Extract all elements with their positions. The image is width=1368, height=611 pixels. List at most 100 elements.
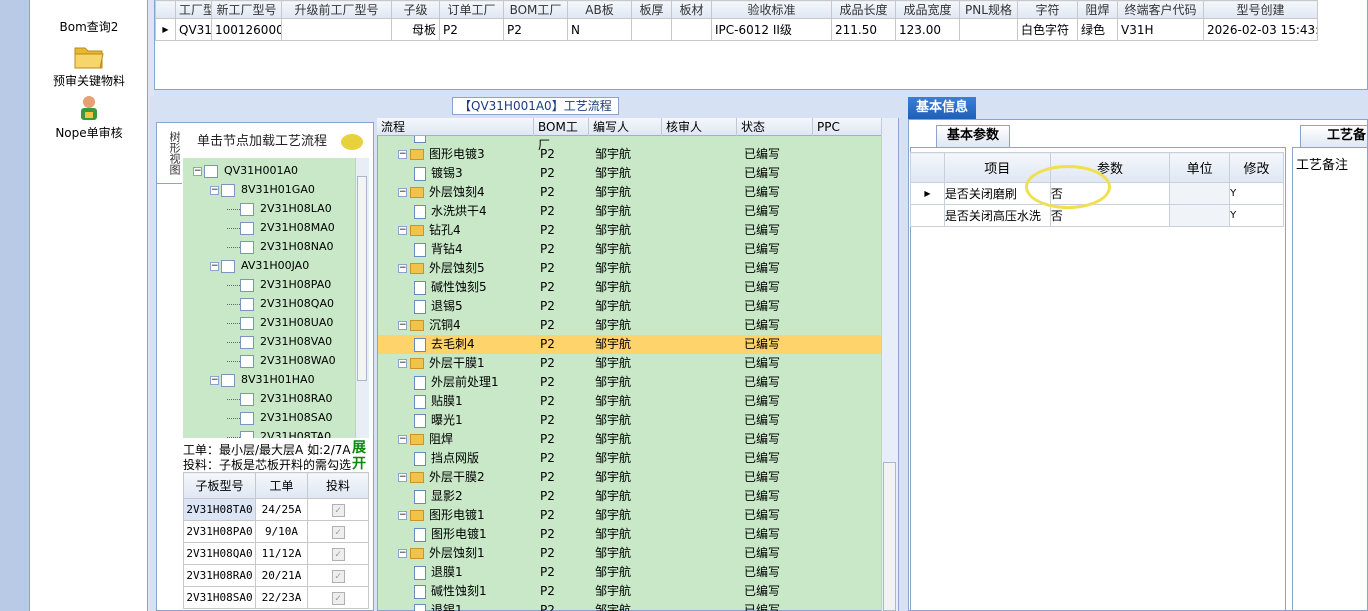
- check-icon[interactable]: ✓: [331, 569, 345, 583]
- col-header[interactable]: PPC: [813, 118, 881, 136]
- flow-row[interactable]: 挡点网版 P2 邹宇航 已编写: [378, 449, 881, 468]
- flow-row[interactable]: 曝光1 P2 邹宇航 已编写: [378, 411, 881, 430]
- flow-row[interactable]: − 外层蚀刻4 P2 邹宇航 已编写: [378, 183, 881, 202]
- flow-row[interactable]: 镀锡3 P2 邹宇航 已编写: [378, 164, 881, 183]
- check-icon[interactable]: ✓: [331, 525, 345, 539]
- grid-cell[interactable]: N: [567, 18, 632, 41]
- tree-node[interactable]: 2V31H08LA0: [227, 200, 332, 218]
- col-header[interactable]: 流程: [377, 118, 534, 136]
- table-row[interactable]: 2V31H08QA0 11/12A ✓: [183, 542, 369, 565]
- col-header[interactable]: 阻焊: [1077, 0, 1118, 19]
- flow-row[interactable]: 退锡5 P2 邹宇航 已编写: [378, 297, 881, 316]
- grid-cell[interactable]: 母板: [391, 18, 440, 41]
- col-header[interactable]: 成品宽度: [895, 0, 960, 19]
- order-grid-row[interactable]: ▶QV31H001A010012600001225母板P2P2NIPC-6012…: [155, 18, 1318, 41]
- table-row[interactable]: 2V31H08SA0 22/23A ✓: [183, 586, 369, 609]
- check-icon[interactable]: ✓: [331, 503, 345, 517]
- collapse-icon[interactable]: −: [210, 261, 219, 271]
- feed-cell[interactable]: ✓: [307, 564, 369, 587]
- col-header[interactable]: 订单工厂: [439, 0, 504, 19]
- grid-cell[interactable]: 绿色: [1077, 18, 1118, 41]
- grid-cell[interactable]: [671, 18, 712, 41]
- collapse-icon[interactable]: −: [398, 359, 407, 368]
- feed-cell[interactable]: ✓: [307, 520, 369, 543]
- nav-item-prereview-material[interactable]: 预审关键物料: [30, 42, 148, 89]
- col-header[interactable]: 升级前工厂型号: [281, 0, 392, 19]
- nav-item-nope-review[interactable]: Nope单审核: [30, 94, 148, 141]
- flow-row[interactable]: 退膜1 P2 邹宇航 已编写: [378, 563, 881, 582]
- tree-node[interactable]: 2V31H08QA0: [227, 295, 334, 313]
- collapse-icon[interactable]: −: [398, 549, 407, 558]
- flow-row[interactable]: 碱性蚀刻1 P2 邹宇航 已编写: [378, 582, 881, 601]
- grid-cell[interactable]: [281, 18, 392, 41]
- grid-cell[interactable]: P2: [503, 18, 568, 41]
- flow-row[interactable]: − 图形电镀1 P2 邹宇航 已编写: [378, 506, 881, 525]
- grid-cell[interactable]: [959, 18, 1018, 41]
- table-row[interactable]: 2V31H08TA0 24/25A ✓: [183, 498, 369, 521]
- col-header[interactable]: 板厚: [631, 0, 672, 19]
- flow-scroll-thumb[interactable]: [883, 462, 896, 611]
- collapse-icon[interactable]: −: [398, 435, 407, 444]
- grid-cell[interactable]: V31H: [1117, 18, 1204, 41]
- expand-button[interactable]: 展开: [352, 440, 370, 472]
- flow-row[interactable]: 碱性蚀刻5 P2 邹宇航 已编写: [378, 278, 881, 297]
- check-icon[interactable]: ✓: [331, 547, 345, 561]
- tree-node[interactable]: 2V31H08TA0: [227, 428, 331, 438]
- collapse-icon[interactable]: −: [398, 150, 407, 159]
- collapse-icon[interactable]: −: [398, 226, 407, 235]
- collapse-icon[interactable]: −: [210, 185, 219, 195]
- flow-row[interactable]: 退锡1 P2 邹宇航 已编写: [378, 601, 881, 611]
- table-row[interactable]: 2V31H08RA0 20/21A ✓: [183, 564, 369, 587]
- grid-cell[interactable]: 123.00: [895, 18, 960, 41]
- col-header[interactable]: AB板: [567, 0, 632, 19]
- collapse-icon[interactable]: −: [398, 473, 407, 482]
- col-header[interactable]: BOM工厂: [534, 118, 589, 152]
- col-header[interactable]: 型号创建: [1203, 0, 1318, 19]
- tree-scroll-thumb[interactable]: [357, 176, 367, 381]
- flow-row[interactable]: 水洗烘干4 P2 邹宇航 已编写: [378, 202, 881, 221]
- col-header[interactable]: 板材: [671, 0, 712, 19]
- col-header[interactable]: 字符: [1017, 0, 1078, 19]
- col-header[interactable]: PNL规格: [959, 0, 1018, 19]
- col-header[interactable]: 新工厂型号: [211, 0, 282, 19]
- check-icon[interactable]: ✓: [331, 591, 345, 605]
- tree-node[interactable]: 2V31H08WA0: [227, 352, 336, 370]
- tree-node[interactable]: − QV31H001A0: [193, 162, 298, 180]
- flow-row[interactable]: − 图形电镀3 P2 邹宇航 已编写: [378, 145, 881, 164]
- tree-node[interactable]: 2V31H08UA0: [227, 314, 333, 332]
- grid-cell[interactable]: [631, 18, 672, 41]
- grid-cell[interactable]: IPC-6012 II级: [711, 18, 832, 41]
- tree-node[interactable]: − 8V31H01HA0: [210, 371, 315, 389]
- col-header[interactable]: 工厂型号: [175, 0, 212, 19]
- flow-row[interactable]: − 外层蚀刻1 P2 邹宇航 已编写: [378, 544, 881, 563]
- flow-row[interactable]: − 沉铜4 P2 邹宇航 已编写: [378, 316, 881, 335]
- col-header[interactable]: BOM工厂: [503, 0, 568, 19]
- feed-cell[interactable]: ✓: [307, 542, 369, 565]
- nav-item-bom-query2[interactable]: Bom查询2: [30, 18, 148, 35]
- collapse-icon[interactable]: −: [398, 511, 407, 520]
- grid-cell[interactable]: 211.50: [831, 18, 896, 41]
- tree-node[interactable]: 2V31H08RA0: [227, 390, 333, 408]
- flow-row[interactable]: − 钻孔4 P2 邹宇航 已编写: [378, 221, 881, 240]
- flow-row[interactable]: − 外层蚀刻5 P2 邹宇航 已编写: [378, 259, 881, 278]
- flow-row[interactable]: 外层前处理1 P2 邹宇航 已编写: [378, 373, 881, 392]
- grid-cell[interactable]: 2026-02-03 15:43:00: [1203, 18, 1318, 41]
- table-row[interactable]: 是否关闭高压水洗否 Y: [910, 204, 1284, 227]
- tree-node[interactable]: 2V31H08PA0: [227, 276, 331, 294]
- col-header[interactable]: 编写人: [589, 118, 662, 136]
- flow-row[interactable]: − 外层干膜1 P2 邹宇航 已编写: [378, 354, 881, 373]
- row-indicator[interactable]: ▶: [155, 18, 176, 41]
- collapse-icon[interactable]: −: [193, 166, 202, 176]
- tree-node[interactable]: 2V31H08NA0: [227, 238, 334, 256]
- flow-row[interactable]: 显影2 P2 邹宇航 已编写: [378, 487, 881, 506]
- col-header[interactable]: 子级: [391, 0, 440, 19]
- table-row[interactable]: 2V31H08PA0 9/10A ✓: [183, 520, 369, 543]
- grid-cell[interactable]: 白色字符: [1017, 18, 1078, 41]
- grid-cell[interactable]: 10012600001225: [211, 18, 282, 41]
- tab-process-notes[interactable]: 工艺备注: [1300, 125, 1368, 163]
- flow-row[interactable]: − 阻焊 P2 邹宇航 已编写: [378, 430, 881, 449]
- col-header[interactable]: 验收标准: [711, 0, 832, 19]
- tree-node[interactable]: 2V31H08MA0: [227, 219, 335, 237]
- tree-node[interactable]: − 8V31H01GA0: [210, 181, 315, 199]
- tree-view-tab[interactable]: 树形视图: [156, 122, 182, 184]
